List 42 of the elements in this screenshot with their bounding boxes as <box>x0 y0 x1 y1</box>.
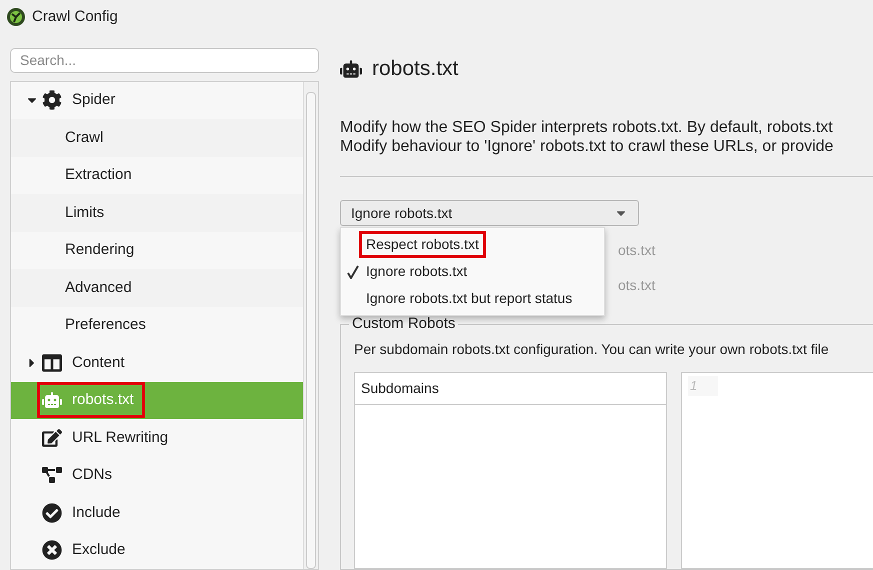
scrollbar[interactable] <box>303 82 318 569</box>
menu-item[interactable]: Respect robots.txt <box>341 231 604 258</box>
edit-icon <box>42 428 62 448</box>
tree-item[interactable]: Include <box>11 494 303 532</box>
network-icon <box>42 465 62 486</box>
line-number: 1 <box>688 376 718 396</box>
tree-item-label: Exclude <box>72 540 126 560</box>
tree-item[interactable]: CDNs <box>11 456 303 494</box>
tree-item[interactable]: Extraction <box>11 156 303 194</box>
robot-icon <box>42 390 62 410</box>
tree-item-label: Content <box>72 352 125 372</box>
description-text: Modify behaviour to 'Ignore' robots.txt to crawl these URLs, or provide <box>340 137 834 156</box>
tree-item[interactable]: URL Rewriting <box>11 419 303 456</box>
tree-item[interactable]: Crawl <box>11 119 303 156</box>
window-title: Crawl Config <box>32 6 118 27</box>
gear-icon <box>42 90 62 110</box>
checkmark-icon <box>347 264 359 278</box>
tree-item[interactable]: Limits <box>11 194 303 232</box>
tree-item[interactable]: Advanced <box>11 269 303 306</box>
tree-item-label: CDNs <box>72 465 112 485</box>
tree-item-label: robots.txt <box>72 390 134 410</box>
robot-icon <box>340 58 362 80</box>
menu-item[interactable]: Ignore robots.txt but report status <box>341 285 604 312</box>
app-logo-icon <box>6 7 26 27</box>
option-label: ots.txt <box>618 276 656 295</box>
tree-item[interactable]: Exclude <box>11 532 303 569</box>
tree-item-label: URL Rewriting <box>72 428 168 448</box>
tree-item[interactable]: Rendering <box>11 232 303 269</box>
mode-dropdown[interactable]: Ignore robots.txt <box>340 200 639 226</box>
tree-item[interactable]: Spider <box>11 82 303 119</box>
description-text: Modify how the SEO Spider interprets robots.txt. By default, robots.txt <box>340 118 834 137</box>
group-description: Per subdomain robots.txt configuration. You can write your own robots.txt file <box>354 340 830 359</box>
column-header: Subdomains <box>355 373 666 405</box>
page-title: robots.txt <box>372 56 458 82</box>
search-field[interactable]: Search... <box>10 48 319 72</box>
columns-icon <box>42 352 62 373</box>
tree-item-label: Include <box>72 502 120 522</box>
tree-item[interactable]: Preferences <box>11 306 303 344</box>
tree-item[interactable]: Content <box>11 344 303 382</box>
menu-item[interactable]: Ignore robots.txt <box>341 258 604 285</box>
option-label: ots.txt <box>618 241 656 260</box>
tree-item-label: Spider <box>72 90 116 110</box>
